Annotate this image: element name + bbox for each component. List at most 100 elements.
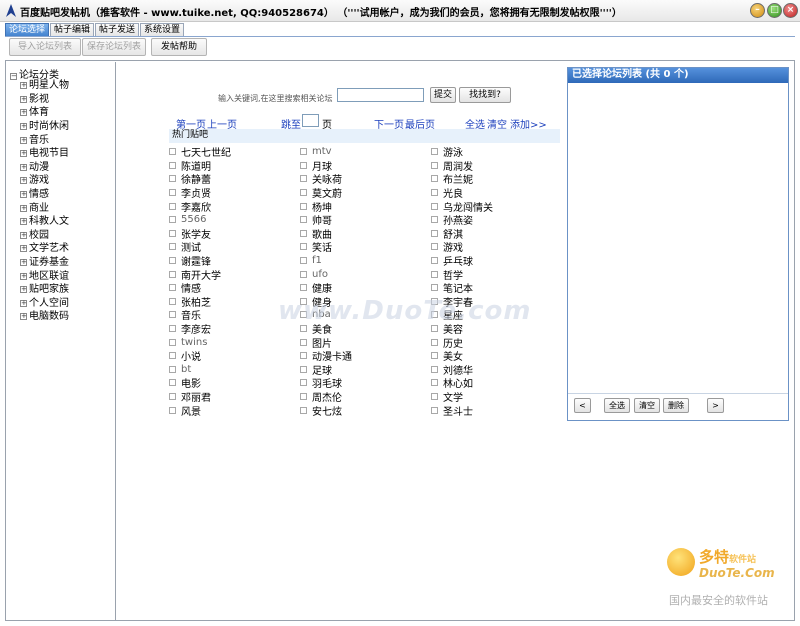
forum-checkbox-item[interactable]: 谢霆锋 — [169, 254, 211, 268]
forum-checkbox-item[interactable]: 李贞贤 — [169, 186, 211, 200]
expand-icon[interactable]: + — [20, 177, 27, 185]
expand-icon[interactable]: + — [20, 259, 27, 267]
checkbox[interactable] — [169, 297, 176, 305]
tree-item[interactable]: + 影视 — [20, 93, 69, 107]
expand-icon[interactable]: + — [20, 245, 27, 253]
forum-checkbox-item[interactable]: 乒乓球 — [431, 254, 473, 268]
checkbox[interactable] — [300, 379, 307, 387]
tree-item[interactable]: + 时尚休闲 — [20, 120, 69, 134]
panel-clear-button[interactable]: 清空 — [634, 398, 660, 413]
checkbox[interactable] — [300, 257, 307, 265]
checkbox[interactable] — [169, 393, 176, 401]
forum-checkbox-item[interactable]: f1 — [300, 254, 322, 268]
checkbox[interactable] — [431, 338, 438, 346]
checkbox[interactable] — [300, 393, 307, 401]
checkbox[interactable] — [300, 270, 307, 278]
checkbox[interactable] — [300, 189, 307, 197]
checkbox[interactable] — [300, 202, 307, 210]
forum-checkbox-item[interactable]: bt — [169, 363, 191, 377]
tree-item[interactable]: + 商业 — [20, 201, 69, 215]
expand-icon[interactable]: + — [20, 95, 27, 103]
checkbox[interactable] — [300, 284, 307, 292]
forum-checkbox-item[interactable]: 刘德华 — [431, 363, 473, 377]
forum-checkbox-item[interactable]: 舒淇 — [431, 227, 463, 241]
checkbox[interactable] — [300, 325, 307, 333]
forum-checkbox-item[interactable]: 圣斗士 — [431, 403, 473, 418]
checkbox[interactable] — [169, 202, 176, 210]
forum-checkbox-item[interactable]: mtv — [300, 145, 332, 159]
checkbox[interactable] — [431, 257, 438, 265]
minimize-button[interactable]: – — [750, 3, 765, 18]
forum-checkbox-item[interactable]: 风景 — [169, 403, 201, 418]
import-list-button[interactable]: 导入论坛列表 — [9, 38, 81, 56]
forum-checkbox-item[interactable]: 游泳 — [431, 145, 463, 159]
expand-icon[interactable]: + — [20, 191, 27, 199]
forum-checkbox-item[interactable]: 杨坤 — [300, 199, 332, 214]
tree-item[interactable]: + 证券基金 — [20, 256, 69, 270]
tab-post-send[interactable]: 帖子发送 — [95, 23, 140, 37]
tree-item[interactable]: + 贴吧家族 — [20, 283, 69, 297]
forum-checkbox-item[interactable]: 笔记本 — [431, 281, 473, 295]
expand-icon[interactable]: + — [20, 163, 27, 171]
expand-icon[interactable]: + — [20, 150, 27, 158]
expand-icon[interactable]: + — [20, 299, 27, 307]
forum-checkbox-item[interactable]: 哲学 — [431, 267, 463, 282]
checkbox[interactable] — [169, 148, 176, 156]
forum-checkbox-item[interactable]: 邓丽君 — [169, 390, 211, 404]
forum-checkbox-item[interactable]: 徐静蕾 — [169, 172, 211, 186]
forum-checkbox-item[interactable]: 游戏 — [431, 240, 463, 254]
checkbox[interactable] — [169, 352, 176, 360]
checkbox[interactable] — [431, 393, 438, 401]
search-input[interactable] — [337, 88, 424, 102]
checkbox[interactable] — [431, 175, 438, 183]
checkbox[interactable] — [431, 352, 438, 360]
checkbox[interactable] — [431, 379, 438, 387]
checkbox[interactable] — [169, 257, 176, 265]
forum-checkbox-item[interactable]: 周润发 — [431, 159, 473, 173]
tree-item[interactable]: + 情感 — [20, 188, 69, 202]
checkbox[interactable] — [431, 406, 438, 414]
forum-checkbox-item[interactable]: 月球 — [300, 159, 332, 173]
forum-checkbox-item[interactable]: 关咏荷 — [300, 172, 342, 186]
tab-forum-select[interactable]: 论坛选择 — [5, 23, 50, 37]
tab-post-edit[interactable]: 帖子编辑 — [50, 23, 95, 37]
forum-checkbox-item[interactable]: 羽毛球 — [300, 376, 342, 390]
tree-item[interactable]: + 游戏 — [20, 174, 69, 188]
panel-select-all-button[interactable]: 全选 — [604, 398, 630, 413]
forum-checkbox-item[interactable]: 情感 — [169, 281, 201, 295]
checkbox[interactable] — [431, 243, 438, 251]
tree-item[interactable]: + 明星人物 — [20, 79, 69, 93]
expand-icon[interactable]: + — [20, 109, 27, 117]
checkbox[interactable] — [169, 161, 176, 169]
checkbox[interactable] — [431, 161, 438, 169]
selected-forums-list[interactable] — [568, 83, 788, 394]
checkbox[interactable] — [431, 189, 438, 197]
forum-checkbox-item[interactable]: 5566 — [169, 213, 206, 227]
checkbox[interactable] — [300, 406, 307, 414]
checkbox[interactable] — [300, 148, 307, 156]
prev-button[interactable]: < — [574, 398, 591, 413]
forum-checkbox-item[interactable]: 林心如 — [431, 376, 473, 390]
tree-item[interactable]: + 校园 — [20, 229, 69, 243]
checkbox[interactable] — [169, 338, 176, 346]
forum-checkbox-item[interactable]: 笑话 — [300, 240, 332, 254]
checkbox[interactable] — [300, 229, 307, 237]
forum-checkbox-item[interactable]: 陈道明 — [169, 159, 211, 173]
checkbox[interactable] — [169, 325, 176, 333]
forum-checkbox-item[interactable]: 张学友 — [169, 227, 211, 241]
expand-icon[interactable]: + — [20, 313, 27, 321]
expand-icon[interactable]: + — [20, 82, 27, 90]
expand-icon[interactable]: + — [20, 123, 27, 131]
forum-checkbox-item[interactable]: 周杰伦 — [300, 390, 342, 404]
next-button[interactable]: > — [707, 398, 724, 413]
forum-checkbox-item[interactable]: 李彦宏 — [169, 322, 211, 336]
forum-checkbox-item[interactable]: twins — [169, 335, 207, 349]
tree-item[interactable]: + 动漫 — [20, 161, 69, 175]
forum-checkbox-item[interactable]: 健康 — [300, 281, 332, 295]
forum-checkbox-item[interactable]: 莫文蔚 — [300, 186, 342, 200]
forum-checkbox-item[interactable]: 动漫卡通 — [300, 349, 352, 363]
forum-checkbox-item[interactable]: 历史 — [431, 335, 463, 350]
checkbox[interactable] — [431, 325, 438, 333]
checkbox[interactable] — [169, 270, 176, 278]
forum-checkbox-item[interactable]: 图片 — [300, 335, 332, 350]
